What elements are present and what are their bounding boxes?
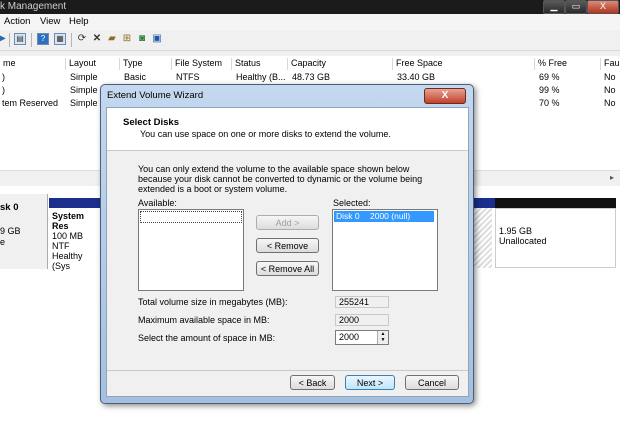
selected-label: Selected: <box>333 198 371 208</box>
column-volume[interactable]: me <box>0 58 66 70</box>
window-title: k Management <box>0 1 67 12</box>
dialog-body: Select Disks You can use space on one or… <box>106 107 469 397</box>
title-bar: k Management ▁ ▭ X <box>0 0 620 14</box>
wizard-step-subtitle: You can use space on one or more disks t… <box>140 129 391 139</box>
column-file-system[interactable]: File System <box>172 58 232 70</box>
system-reserved-partition[interactable]: System Res 100 MB NTF Healthy (Sys <box>49 208 103 271</box>
column-status[interactable]: Status <box>232 58 288 70</box>
disk-label: sk 0 <box>0 202 19 213</box>
remove-all-button[interactable]: < Remove All <box>256 261 319 276</box>
open-icon[interactable]: ▰ <box>106 33 118 45</box>
select-space-label: Select the amount of space in MB: <box>138 333 276 343</box>
volume-list-header: me Layout Type File System Status Capaci… <box>0 56 620 71</box>
disk-state: e <box>0 237 6 247</box>
settings-icon[interactable]: ▣ <box>151 33 163 45</box>
dialog-separator <box>107 370 468 371</box>
help-icon[interactable]: ? <box>37 33 49 45</box>
list-focus-item <box>140 211 242 223</box>
forward-icon[interactable]: ▶ <box>0 33 8 45</box>
available-label: Available: <box>138 198 177 208</box>
list-item[interactable]: Disk 0 2000 (null) <box>334 211 434 222</box>
partition-name: System Res <box>52 211 85 231</box>
unallocated-label: Unallocated <box>499 236 547 246</box>
total-size-label: Total volume size in megabytes (MB): <box>138 297 288 307</box>
column-type[interactable]: Type <box>120 58 172 70</box>
find-icon[interactable]: ◙ <box>136 33 148 45</box>
wizard-header: Select Disks You can use space on one or… <box>107 108 468 151</box>
extend-volume-dialog: Extend Volume Wizard X Select Disks You … <box>100 84 474 404</box>
properties-icon[interactable]: ▦ <box>54 33 66 45</box>
column-layout[interactable]: Layout <box>66 58 120 70</box>
partition-status: Healthy (Sys <box>52 251 83 271</box>
menu-bar: Action View Help <box>0 14 620 30</box>
close-button[interactable]: X <box>587 0 619 14</box>
total-size-value: 255241 <box>335 296 389 308</box>
dialog-title: Extend Volume Wizard <box>107 90 204 101</box>
toolbar: ▶ ▤ ? ▦ ⟳ ✕ ▰ ⊞ ◙ ▣ <box>0 30 620 51</box>
unallocated-size: 1.95 GB <box>499 226 533 236</box>
dialog-close-button[interactable]: X <box>424 88 466 104</box>
back-button[interactable]: < Back <box>290 375 335 390</box>
maximize-button[interactable]: ▭ <box>565 0 587 14</box>
column-fault-tolerance[interactable]: Fau <box>601 58 620 70</box>
next-button[interactable]: Next > <box>345 375 395 390</box>
menu-view[interactable]: View <box>40 16 60 27</box>
disk-info-panel[interactable]: sk 0 9 GB e <box>0 194 48 269</box>
spin-arrows-icon[interactable]: ▲ ▼ <box>377 331 388 344</box>
table-row[interactable]: ) Simple Basic NTFS Healthy (B... 48.73 … <box>0 72 620 84</box>
selected-disks-list[interactable]: Disk 0 2000 (null) <box>332 209 438 291</box>
explore-icon[interactable]: ⊞ <box>121 33 133 45</box>
max-space-value: 2000 <box>335 314 389 326</box>
space-amount-stepper[interactable]: 2000 ▲ ▼ <box>335 330 389 345</box>
wizard-step-title: Select Disks <box>123 117 179 128</box>
column-capacity[interactable]: Capacity <box>288 58 393 70</box>
remove-button[interactable]: < Remove <box>256 238 319 253</box>
delete-icon[interactable]: ✕ <box>91 33 103 45</box>
disk-list-icon[interactable]: ▤ <box>14 33 26 45</box>
menu-help[interactable]: Help <box>69 16 89 27</box>
toolbar-separator <box>9 33 10 47</box>
column-percent-free[interactable]: % Free <box>535 58 601 70</box>
partition-size: 100 MB NTF <box>52 231 84 251</box>
hatched-partition <box>474 208 492 268</box>
menu-action[interactable]: Action <box>4 16 30 27</box>
unallocated-stripe <box>495 198 616 208</box>
cancel-button[interactable]: Cancel <box>405 375 459 390</box>
unallocated-partition[interactable]: 1.95 GB Unallocated <box>495 208 616 268</box>
minimize-button[interactable]: ▁ <box>543 0 565 14</box>
toolbar-separator <box>71 33 72 47</box>
available-disks-list[interactable] <box>138 209 244 291</box>
toolbar-separator <box>31 33 32 47</box>
scroll-right-icon[interactable]: ▸ <box>610 173 614 182</box>
disk-size: 9 GB <box>0 226 21 236</box>
wizard-note: You can only extend the volume to the av… <box>138 164 423 194</box>
column-free-space[interactable]: Free Space <box>393 58 535 70</box>
refresh-icon[interactable]: ⟳ <box>76 33 88 45</box>
space-amount-input[interactable]: 2000 <box>339 332 359 342</box>
max-space-label: Maximum available space in MB: <box>138 315 270 325</box>
add-button[interactable]: Add > <box>256 215 319 230</box>
